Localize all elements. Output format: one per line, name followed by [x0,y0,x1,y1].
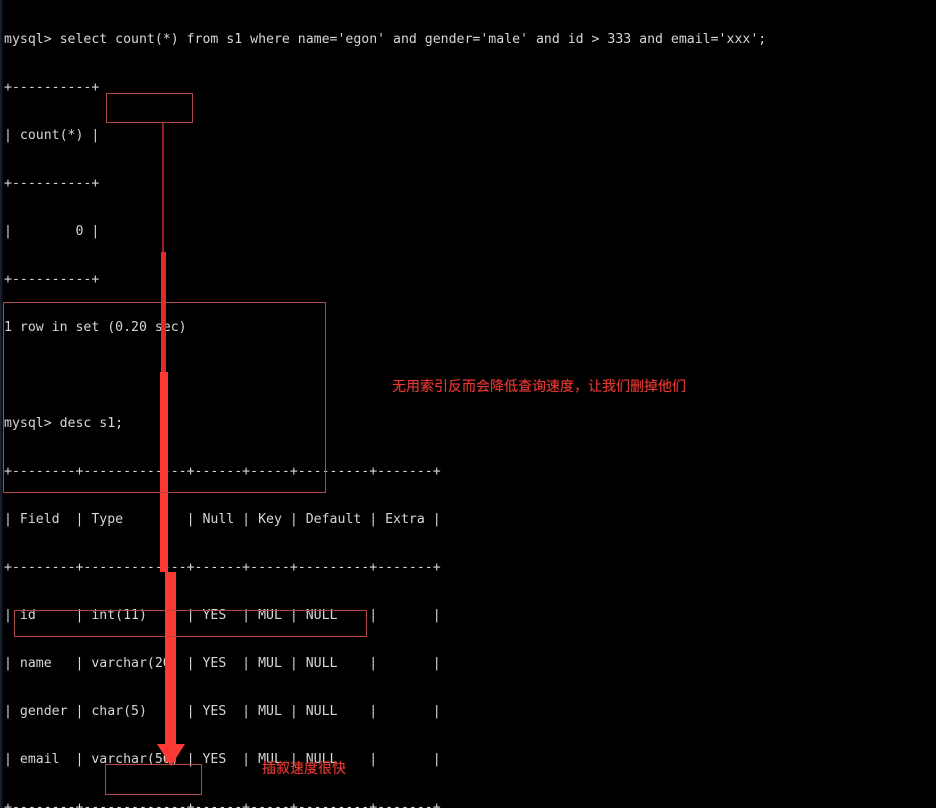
window-edge-strip [0,0,3,808]
terminal-line: 1 row in set (0.20 sec) [4,320,187,335]
terminal-line: +----------+ [4,80,100,95]
annotation-note-indexes: 无用索引反而会降低查询速度，让我们删掉他们 [392,379,686,395]
terminal-output: mysql> select count(*) from s1 where nam… [4,0,936,808]
terminal-line: | id | int(11) | YES | MUL | NULL | | [4,608,441,623]
terminal-line: | count(*) | [4,128,100,143]
terminal-line: +--------+-------------+------+-----+---… [4,800,441,808]
terminal-line: +--------+-------------+------+-----+---… [4,464,441,479]
terminal-line: | email | varchar(50) | YES | MUL | NULL… [4,752,441,767]
terminal-line: +----------+ [4,272,100,287]
terminal-line: +----------+ [4,176,100,191]
terminal-line: | 0 | [4,224,100,239]
terminal-line: | name | varchar(20) | YES | MUL | NULL … [4,656,441,671]
terminal-line: +--------+-------------+------+-----+---… [4,560,441,575]
terminal-line: mysql> select count(*) from s1 where nam… [4,32,767,47]
terminal-line: | Field | Type | Null | Key | Default | … [4,512,441,527]
annotation-note-speed: 插叙速度很快 [262,761,346,777]
terminal-line: | gender | char(5) | YES | MUL | NULL | … [4,704,441,719]
terminal-screenshot: mysql> select count(*) from s1 where nam… [0,0,936,808]
terminal-line: mysql> desc s1; [4,416,124,431]
